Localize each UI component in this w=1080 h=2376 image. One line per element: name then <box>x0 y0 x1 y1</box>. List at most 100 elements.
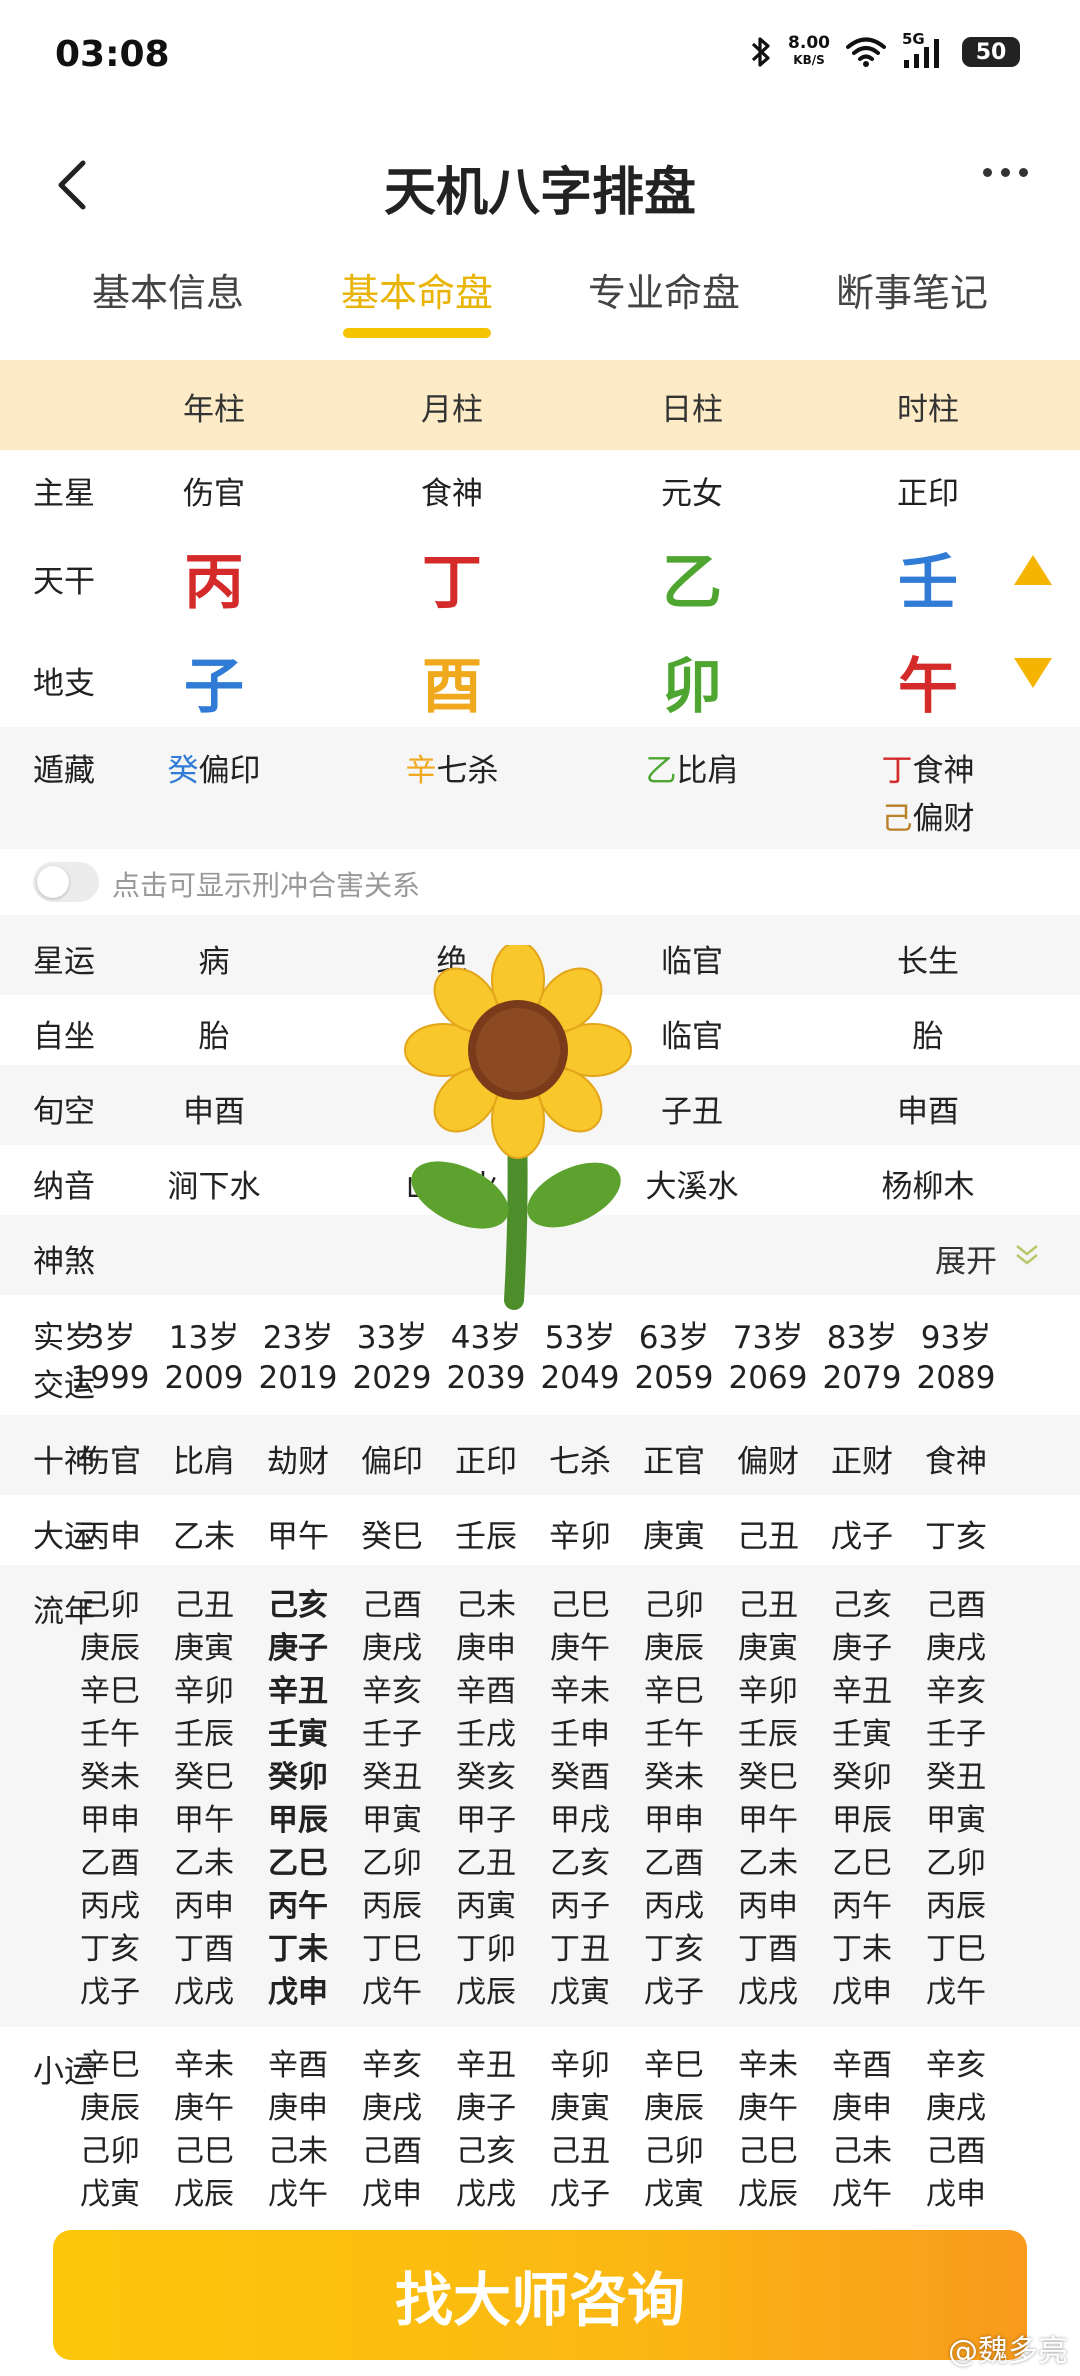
xiaoyun-cell: 己未 <box>268 2134 328 2169</box>
xiaoyun-cell: 辛未 <box>738 2048 798 2083</box>
age-cell: 93岁 <box>920 1320 992 1356</box>
liunian-cell: 戊寅 <box>550 1975 610 2010</box>
liunian-cell: 戊辰 <box>456 1975 516 2010</box>
row-label-nayin: 纳音 <box>33 1169 95 1205</box>
canggan-item: 丁食神 <box>828 745 1028 790</box>
xiaoyun-cell: 庚子 <box>456 2091 516 2126</box>
liunian-cell: 癸未 <box>644 1760 704 1795</box>
relation-toggle[interactable] <box>33 862 99 902</box>
xiaoyun-cell: 庚辰 <box>80 2091 140 2126</box>
tab-pro-chart[interactable]: 专业命盘 <box>534 262 794 317</box>
dizhi-char: 卯 <box>662 652 722 722</box>
liunian-cell: 丙戌 <box>644 1889 704 1924</box>
liunian-cell: 己卯 <box>80 1588 140 1623</box>
liunian-cell: 甲寅 <box>362 1803 422 1838</box>
liunian-cell: 乙酉 <box>644 1846 704 1881</box>
year-cell: 2019 <box>258 1360 338 1396</box>
canggan-stem: 辛 <box>405 753 437 789</box>
liunian-cell: 辛亥 <box>926 1674 986 1709</box>
pillar-header: 年柱 月柱 日柱 时柱 <box>0 360 1080 450</box>
liunian-cell: 癸未 <box>80 1760 140 1795</box>
liunian-cell: 己酉 <box>926 1588 986 1623</box>
zizuo-cell: 胎 <box>912 1019 944 1055</box>
xiaoyun-cell: 庚戌 <box>362 2091 422 2126</box>
year-cell: 2059 <box>634 1360 714 1396</box>
more-options-button[interactable] <box>983 168 1028 177</box>
liunian-cell: 甲午 <box>174 1803 234 1838</box>
liunian-cell: 庚辰 <box>644 1631 704 1666</box>
liunian-cell: 庚寅 <box>738 1631 798 1666</box>
xiaoyun-cell: 戊寅 <box>80 2177 140 2212</box>
liunian-cell: 癸丑 <box>926 1760 986 1795</box>
xiaoyun-cell: 辛丑 <box>456 2048 516 2083</box>
xiaoyun-cell: 戊辰 <box>738 2177 798 2212</box>
shishen-cell: 七杀 <box>549 1444 611 1480</box>
scroll-down-arrow-icon[interactable] <box>1012 656 1054 690</box>
liunian-cell: 甲子 <box>456 1803 516 1838</box>
shishen-cell: 正官 <box>643 1444 705 1480</box>
canggan-god: 偏财 <box>912 801 975 837</box>
liunian-cell: 己亥 <box>832 1588 892 1623</box>
xingyun-cell: 长生 <box>897 944 959 980</box>
pillar-year-label: 年柱 <box>183 392 245 428</box>
xiaoyun-cell: 庚申 <box>832 2091 892 2126</box>
year-cell: 1999 <box>70 1360 150 1396</box>
wifi-icon <box>846 37 886 67</box>
liunian-cell: 乙未 <box>738 1846 798 1881</box>
row-label-xingyun: 星运 <box>33 944 95 980</box>
xiaoyun-cell: 己卯 <box>644 2134 704 2169</box>
liunian-cell: 癸卯 <box>832 1760 892 1795</box>
dayun-cell: 壬辰 <box>455 1519 517 1555</box>
chevron-double-down-icon[interactable] <box>1014 1242 1040 1268</box>
liunian-cell: 癸巳 <box>174 1760 234 1795</box>
row-label-zizuo: 自坐 <box>33 1019 95 1055</box>
liunian-cell: 丙申 <box>174 1889 234 1924</box>
xiaoyun-cell: 辛巳 <box>80 2048 140 2083</box>
dayun-cell: 戊子 <box>831 1519 893 1555</box>
canggan-stem: 乙 <box>645 753 677 789</box>
liunian-cell: 乙巳 <box>832 1846 892 1881</box>
liunian-cell: 丙辰 <box>362 1889 422 1924</box>
zhuxing-cell: 食神 <box>421 476 483 512</box>
tab-basic-chart[interactable]: 基本命盘 <box>287 262 547 317</box>
shishen-cell: 劫财 <box>267 1444 329 1480</box>
liunian-cell: 乙酉 <box>80 1846 140 1881</box>
shishen-cell: 偏财 <box>737 1444 799 1480</box>
liunian-cell: 丁酉 <box>174 1932 234 1967</box>
liunian-cell: 辛亥 <box>362 1674 422 1709</box>
network-speed-value: 8.00 <box>788 33 830 53</box>
dayun-cell: 癸巳 <box>361 1519 423 1555</box>
row-label-tiangan: 天干 <box>33 564 95 600</box>
shishen-cell: 正财 <box>831 1444 893 1480</box>
liunian-cell: 辛巳 <box>644 1674 704 1709</box>
xingyun-cell: 病 <box>198 944 230 980</box>
tab-notes[interactable]: 断事笔记 <box>782 262 1042 317</box>
liunian-cell: 乙巳 <box>268 1846 328 1881</box>
age-cell: 73岁 <box>732 1320 804 1356</box>
liunian-cell: 壬寅 <box>268 1717 328 1752</box>
shensha-expand-label[interactable]: 展开 <box>935 1236 997 1281</box>
liunian-cell: 己亥 <box>268 1588 328 1623</box>
liunian-cell: 癸亥 <box>456 1760 516 1795</box>
xiaoyun-cell: 庚申 <box>268 2091 328 2126</box>
liunian-cell: 乙丑 <box>456 1846 516 1881</box>
consult-master-button[interactable]: 找大师咨询 <box>53 2230 1027 2360</box>
liunian-cell: 庚子 <box>268 1631 328 1666</box>
xiaoyun-cell: 辛亥 <box>362 2048 422 2083</box>
tiangan-char: 壬 <box>898 548 958 618</box>
liunian-cell: 乙未 <box>174 1846 234 1881</box>
liunian-cell: 癸酉 <box>550 1760 610 1795</box>
tab-basic-info[interactable]: 基本信息 <box>38 262 298 317</box>
xiaoyun-cell: 庚寅 <box>550 2091 610 2126</box>
battery-icon: 50 <box>962 37 1020 67</box>
scroll-up-arrow-icon[interactable] <box>1012 553 1054 587</box>
xiaoyun-cell: 辛巳 <box>644 2048 704 2083</box>
liunian-cell: 庚戌 <box>926 1631 986 1666</box>
liunian-cell: 辛未 <box>550 1674 610 1709</box>
canggan-item: 癸偏印 <box>114 745 314 790</box>
shishen-cell: 伤官 <box>79 1444 141 1480</box>
xiaoyun-cell: 己酉 <box>926 2134 986 2169</box>
canggan-stem: 丁 <box>881 753 913 789</box>
liunian-cell: 辛巳 <box>80 1674 140 1709</box>
year-cell: 2039 <box>446 1360 526 1396</box>
